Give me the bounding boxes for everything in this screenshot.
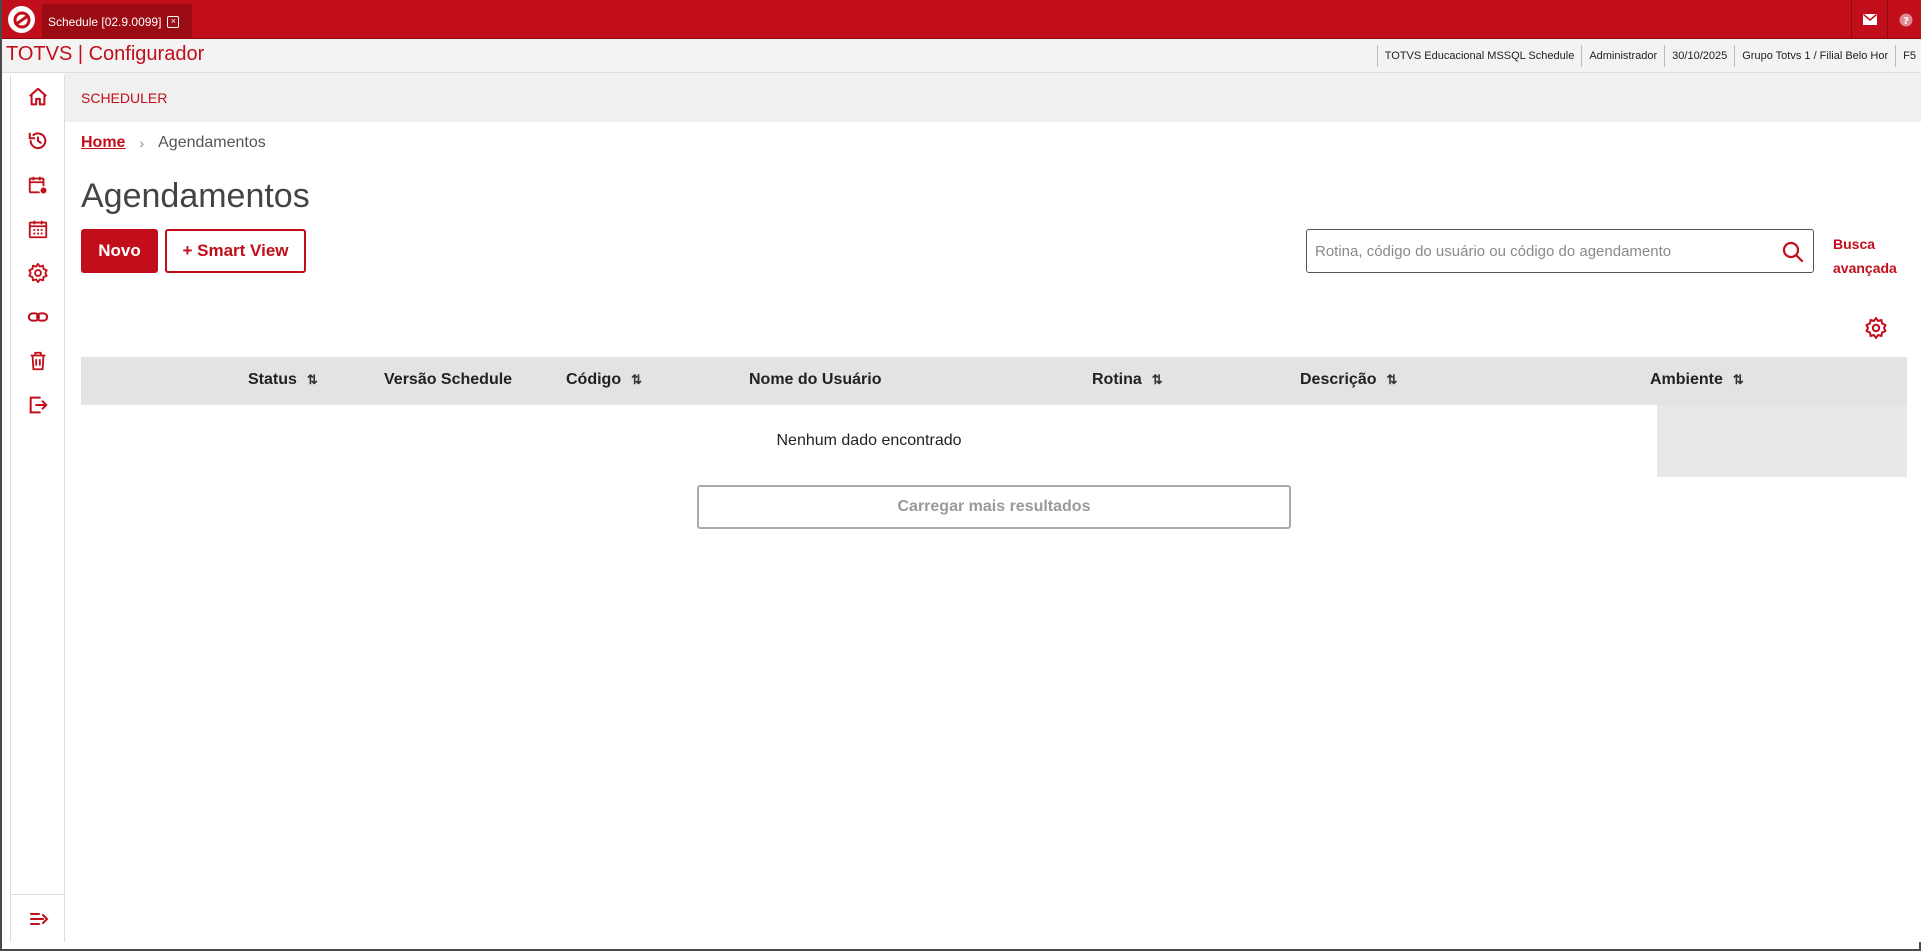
link-icon[interactable] — [25, 304, 51, 330]
calendar-icon[interactable] — [25, 216, 51, 242]
app-window: Schedule [02.9.0099] × ? TOTVS | Configu… — [0, 0, 1921, 951]
column-routine[interactable]: Rotina ⇅ — [1092, 371, 1163, 389]
column-schedule-version: Versão Schedule — [384, 371, 512, 389]
tab-label: Schedule [02.9.0099] — [48, 14, 162, 29]
column-label: Rotina — [1092, 371, 1142, 388]
table-header: Status ⇅ Versão Schedule Código ⇅ Nome d… — [81, 357, 1907, 405]
column-label: Status — [248, 371, 297, 388]
totvs-logo-icon — [8, 6, 35, 33]
sort-icon[interactable]: ⇅ — [1387, 372, 1398, 388]
table-settings-gear-icon[interactable] — [1864, 316, 1888, 340]
help-icon[interactable]: ? — [1887, 0, 1921, 39]
sort-icon[interactable]: ⇅ — [631, 372, 642, 388]
column-user-name: Nome do Usuário — [749, 371, 881, 389]
new-button[interactable]: Novo — [81, 229, 158, 273]
app-header: TOTVS | Configurador TOTVS Educacional M… — [2, 39, 1921, 73]
close-icon[interactable]: × — [167, 15, 180, 28]
empty-table-message: Nenhum dado encontrado — [776, 432, 962, 449]
company-label: Grupo Totvs 1 / Filial Belo Hor — [1734, 45, 1895, 67]
column-status[interactable]: Status ⇅ — [248, 371, 318, 389]
column-label: Versão Schedule — [384, 371, 513, 388]
gear-icon[interactable] — [25, 260, 51, 286]
mail-icon[interactable] — [1851, 0, 1887, 39]
column-label: Nome do Usuário — [749, 371, 882, 388]
search-box — [1306, 229, 1814, 273]
breadcrumb-current: Agendamentos — [158, 134, 266, 151]
refresh-shortcut[interactable]: F5 — [1895, 45, 1921, 67]
chevron-right-icon: › — [139, 135, 145, 151]
column-description[interactable]: Descrição ⇅ — [1300, 371, 1398, 389]
calendar-settings-icon[interactable] — [25, 172, 51, 198]
search-icon[interactable] — [1781, 240, 1805, 264]
environment-label: TOTVS Educacional MSSQL Schedule — [1376, 45, 1582, 67]
user-label: Administrador — [1581, 45, 1664, 67]
column-environment[interactable]: Ambiente ⇅ — [1650, 371, 1744, 389]
main-content: SCHEDULER Home › Agendamentos Agendament… — [65, 73, 1921, 942]
expand-menu-icon[interactable] — [11, 894, 66, 942]
sidebar — [10, 75, 66, 942]
section-title: SCHEDULER — [81, 90, 168, 106]
search-input[interactable] — [1315, 230, 1765, 272]
date-label: 30/10/2025 — [1664, 45, 1734, 67]
column-label: Ambiente — [1650, 371, 1723, 388]
breadcrumb-home-link[interactable]: Home — [81, 134, 125, 152]
column-code[interactable]: Código ⇅ — [566, 371, 642, 389]
app-title: TOTVS | Configurador — [6, 43, 205, 65]
load-more-button[interactable]: Carregar mais resultados — [697, 485, 1291, 529]
top-bar: Schedule [02.9.0099] × ? — [2, 0, 1921, 39]
fixed-column-cell — [1657, 405, 1907, 477]
session-info: TOTVS Educacional MSSQL Schedule Adminis… — [1376, 45, 1921, 67]
advanced-search-link[interactable]: Busca avançada — [1833, 232, 1913, 280]
history-icon[interactable] — [25, 128, 51, 154]
trash-icon[interactable] — [25, 348, 51, 374]
sort-icon[interactable]: ⇅ — [1733, 372, 1744, 388]
smart-view-button[interactable]: + Smart View — [165, 229, 306, 273]
section-header: SCHEDULER — [65, 73, 1921, 122]
column-label: Código — [566, 371, 622, 388]
breadcrumb: Home › Agendamentos — [81, 134, 266, 152]
column-label: Descrição — [1300, 371, 1377, 388]
page-title: Agendamentos — [81, 177, 310, 215]
home-icon[interactable] — [25, 84, 51, 110]
logout-icon[interactable] — [25, 392, 51, 418]
tab-schedule[interactable]: Schedule [02.9.0099] × — [42, 4, 192, 39]
svg-text:?: ? — [1903, 16, 1909, 27]
sort-icon[interactable]: ⇅ — [307, 372, 318, 388]
sort-icon[interactable]: ⇅ — [1152, 372, 1163, 388]
